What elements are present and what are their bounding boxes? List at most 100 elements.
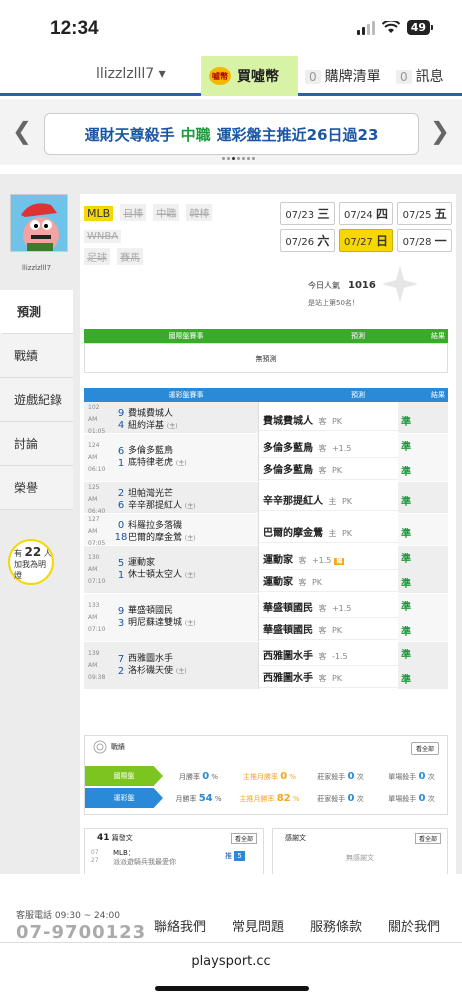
sidebar-item-honor[interactable]: 榮譽 [0, 466, 73, 510]
record-view-all-button[interactable]: 看全部 [410, 742, 439, 755]
rank-text: 是站上第50名！ [308, 299, 359, 307]
sidebar-item-predict[interactable]: 預測 [0, 290, 73, 334]
pick[interactable]: 華盛頓國民 客 PK [259, 618, 398, 640]
bulb-icon: 有 22 人加我為明燈 [8, 539, 54, 585]
game-score: 0 18 [114, 520, 128, 543]
status-bar: 12:34 49 [0, 0, 462, 56]
game-result: 準準 [398, 594, 414, 641]
game-row: 139 AM 09:38 72 西雅圖水手 洛杉磯天使 (主) 西雅圖水手 客 -1… [84, 642, 448, 690]
top-nav: llizzlzlll7 ▾ 噓幣 買噓幣 0 購牌清單 0 訊息 [0, 56, 462, 96]
game-id: 125 AM 06:40 [88, 484, 106, 515]
pick[interactable]: 多倫多藍鳥 客 PK [259, 458, 398, 480]
chevron-right-icon[interactable]: ❯ [430, 117, 450, 145]
like-bulb-button[interactable]: 有 22 人加我為明燈 [8, 539, 54, 585]
tab-league-cpbl[interactable]: 中職 [153, 204, 180, 221]
result-mark: 準 [401, 578, 411, 590]
signal-icon [356, 20, 375, 35]
result-mark: 準 [401, 649, 411, 661]
game-id: 124 AM 06:10 [88, 441, 106, 473]
game-teams: 西雅圖水手 洛杉磯天使 (主) [128, 654, 187, 676]
banner-league: 中職 [180, 125, 211, 144]
game-teams: 多倫多藍鳥 底特律老虎 (主) [128, 446, 187, 468]
result-mark: 準 [401, 553, 411, 565]
pick[interactable]: 多倫多藍鳥 客 +1.5 [259, 436, 398, 458]
post-item[interactable]: MLB： 派派遊騎兵我最愛你 [113, 849, 176, 867]
game-picks: 巴爾的摩金鶯 主 PK [258, 514, 398, 550]
cart-count: 0 [305, 70, 321, 84]
chevron-left-icon[interactable]: ❮ [12, 117, 32, 145]
sidebar-username: llizzlzlll7 [21, 264, 52, 272]
result-mark: 準 [401, 601, 411, 613]
game-result: 準準 [398, 642, 414, 689]
game-score: 72 [117, 653, 125, 677]
game-teams: 華盛頓國民 明尼蘇達雙城 (主) [128, 606, 196, 628]
date-button[interactable]: 07/24 四 [338, 202, 394, 225]
thanks-view-all-button[interactable]: 看全部 [414, 833, 441, 844]
date-button-selected[interactable]: 07/27 日 [338, 229, 394, 252]
game-teams: 坦帕灣光芒 辛辛那提紅人 (主) [128, 488, 196, 511]
user-dropdown[interactable]: llizzlzlll7 ▾ [96, 66, 166, 82]
posts-view-all-button[interactable]: 看全部 [230, 833, 257, 844]
pick[interactable]: 辛辛那提紅人 主 PK [259, 489, 398, 511]
popularity: 今日人氣 1016 [308, 280, 376, 291]
about-link[interactable]: 關於我們 [388, 916, 440, 935]
pick[interactable]: 費城費城人 客 PK [259, 409, 398, 431]
faq-link[interactable]: 常見問題 [232, 916, 284, 935]
sidebar-item-discuss[interactable]: 討論 [0, 422, 73, 466]
banner-text[interactable]: 運財天尊殺手 中職 運彩盤主推近26日過23 [44, 113, 419, 155]
game-result: 準 [398, 514, 414, 550]
url-bar[interactable]: playsport.cc [0, 954, 462, 969]
date-button[interactable]: 07/25 五 [397, 202, 452, 225]
pick[interactable]: 西雅圖水手 客 PK [259, 666, 398, 688]
result-mark: 準 [401, 528, 411, 540]
intl-empty: 無預測 [84, 343, 448, 373]
sidebar-item-record[interactable]: 戰績 [0, 334, 73, 378]
lottery-section: 運彩盤賽事 預測 結果 102 AM 01:05 94 費城費城人 紐約洋基 (主) 費… [84, 388, 448, 690]
messages-label: 訊息 [415, 69, 444, 85]
pick[interactable]: 運動家 客 PK [259, 570, 398, 592]
tab-league-horse[interactable]: 賽馬 [117, 248, 144, 265]
game-picks: 多倫多藍鳥 客 +1.5 多倫多藍鳥 客 PK [258, 434, 398, 481]
game-score: 93 [117, 605, 125, 629]
content-area: llizzlzlll7 預測 戰績 遊戲紀錄 討論 榮譽 有 22 人加我為明燈… [0, 174, 462, 894]
game-id: 139 AM 09:38 [88, 649, 106, 681]
record-row-lottery: 運彩盤 月勝率 54 % 主推月勝率 82 % 莊家殺手 0 次 單場殺手 0 … [85, 788, 447, 808]
tab-league-kbo[interactable]: 韓棒 [186, 204, 213, 221]
pick[interactable]: 巴爾的摩金鶯 主 PK [259, 521, 398, 543]
tab-league-npb[interactable]: 日棒 [120, 204, 147, 221]
game-teams: 運動家 休士頓太空人 (主) [128, 558, 196, 580]
support-hours: 客服電話 09:30 ~ 24:00 [16, 911, 120, 921]
like-count: 22 [24, 545, 42, 559]
result-mark: 準 [401, 416, 411, 428]
thanks-panel: 感謝文 看全部 無感謝文 [272, 828, 448, 878]
main-panel: MLB 日棒 中職 韓棒 WNBA 足球 賽馬 07/23 三 07/24 四 … [80, 194, 456, 894]
tab-league-mlb[interactable]: MLB [84, 206, 114, 221]
tab-league-wnba[interactable]: WNBA [84, 230, 122, 243]
pick[interactable]: 西雅圖水手 客 -1.5 [259, 644, 398, 666]
game-result: 準準 [398, 434, 414, 481]
lottery-header: 運彩盤賽事 預測 結果 [84, 388, 448, 402]
pick[interactable]: 華盛頓國民 客 +1.5 [259, 596, 398, 618]
clock: 12:34 [50, 18, 99, 39]
result-mark: 準 [401, 441, 411, 453]
cart-label: 購牌清單 [324, 69, 381, 85]
buy-coin-button[interactable]: 噓幣 買噓幣 [201, 56, 298, 96]
date-button[interactable]: 07/23 三 [280, 202, 335, 225]
game-score: 94 [117, 408, 125, 431]
avatar[interactable] [10, 194, 68, 252]
terms-link[interactable]: 服務條款 [310, 916, 362, 935]
date-button[interactable]: 07/28 一 [397, 229, 452, 252]
support-phone[interactable]: 07-9700123 [16, 922, 146, 943]
contact-link[interactable]: 聯絡我們 [154, 916, 206, 935]
cart-link[interactable]: 0 購牌清單 [305, 66, 381, 86]
tab-league-soccer[interactable]: 足球 [84, 248, 110, 265]
messages-link[interactable]: 0 訊息 [396, 66, 444, 86]
popularity-value: 1016 [348, 280, 376, 291]
sidebar-item-game-log[interactable]: 遊戲紀錄 [0, 378, 73, 422]
pick[interactable]: 運動家 客 +1.5 獨 [259, 548, 398, 570]
game-result: 準 [398, 402, 414, 438]
date-button[interactable]: 07/26 六 [280, 229, 335, 252]
game-row: 102 AM 01:05 94 費城費城人 紐約洋基 (主) 費城費城人 客 PK … [84, 402, 448, 438]
thanks-title: 感謝文 [285, 834, 306, 842]
push-count: 5 [234, 851, 245, 861]
